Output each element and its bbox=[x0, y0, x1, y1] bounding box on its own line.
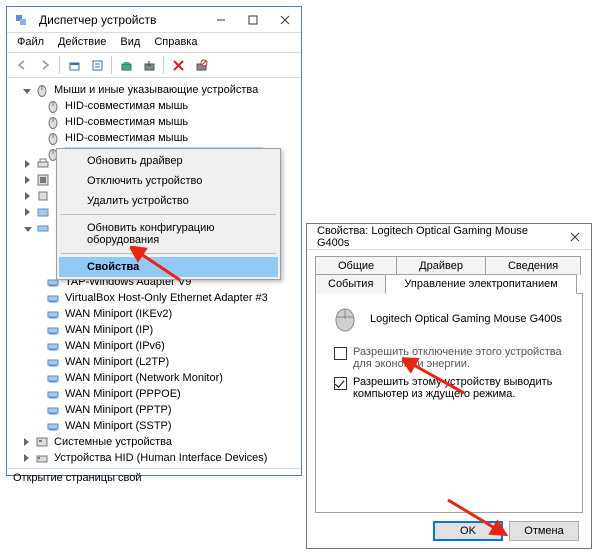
menu-separator bbox=[61, 253, 276, 254]
tree-item[interactable]: WAN Miniport (Network Monitor) bbox=[65, 372, 223, 384]
properties-dialog: Свойства: Logitech Optical Gaming Mouse … bbox=[306, 223, 592, 549]
network-adapter-icon bbox=[45, 418, 61, 434]
tab-details[interactable]: Сведения bbox=[485, 256, 581, 275]
menu-update-driver[interactable]: Обновить драйвер bbox=[59, 151, 278, 171]
printer-icon bbox=[35, 156, 51, 172]
scan-button[interactable] bbox=[115, 55, 137, 75]
tab-general[interactable]: Общие bbox=[315, 256, 397, 275]
tree-item[interactable]: WAN Miniport (IPv6) bbox=[65, 340, 165, 352]
checkbox-icon-checked bbox=[334, 377, 347, 390]
tree-item[interactable]: VirtualBox Host-Only Ethernet Adapter #3 bbox=[65, 292, 268, 304]
context-menu: Обновить драйвер Отключить устройство Уд… bbox=[56, 148, 281, 280]
tree-item[interactable]: HID-совместимая мышь bbox=[65, 100, 188, 112]
mouse-icon bbox=[45, 98, 61, 114]
generic-icon bbox=[35, 204, 51, 220]
expand-icon[interactable] bbox=[22, 191, 33, 202]
checkbox-allow-wake[interactable]: Разрешить этому устройству выводить комп… bbox=[334, 376, 568, 400]
tab-power-management[interactable]: Управление электропитанием bbox=[385, 274, 576, 294]
maximize-button[interactable] bbox=[237, 7, 269, 32]
statusbar-text: Открытие страницы свой bbox=[13, 472, 142, 484]
update-button[interactable] bbox=[138, 55, 160, 75]
show-hidden-button[interactable] bbox=[63, 55, 85, 75]
cpu-icon bbox=[35, 188, 51, 204]
checkbox-label: Разрешить отключение этого устройства дл… bbox=[353, 346, 568, 370]
tree-category[interactable]: Системные устройства bbox=[54, 436, 172, 448]
network-adapter-icon bbox=[45, 354, 61, 370]
expand-icon[interactable] bbox=[22, 175, 33, 186]
minimize-button[interactable] bbox=[205, 7, 237, 32]
network-icon bbox=[35, 220, 51, 236]
menu-disable-device[interactable]: Отключить устройство bbox=[59, 171, 278, 191]
menu-file[interactable]: Файл bbox=[11, 34, 50, 50]
titlebar[interactable]: Диспетчер устройств bbox=[7, 7, 301, 33]
tree-item[interactable]: WAN Miniport (L2TP) bbox=[65, 356, 169, 368]
menu-separator bbox=[61, 214, 276, 215]
network-adapter-icon bbox=[45, 402, 61, 418]
expand-icon[interactable] bbox=[22, 159, 33, 170]
uninstall-button[interactable] bbox=[167, 55, 189, 75]
device-name-label: Logitech Optical Gaming Mouse G400s bbox=[370, 313, 562, 325]
expand-icon[interactable] bbox=[21, 437, 32, 448]
network-adapter-icon bbox=[45, 306, 61, 322]
menu-uninstall-device[interactable]: Удалить устройство bbox=[59, 191, 278, 211]
network-adapter-icon bbox=[45, 370, 61, 386]
window-title: Диспетчер устройств bbox=[39, 13, 205, 27]
menu-help[interactable]: Справка bbox=[148, 34, 203, 50]
dialog-title: Свойства: Logitech Optical Gaming Mouse … bbox=[317, 225, 559, 249]
network-adapter-icon bbox=[45, 322, 61, 338]
expand-icon[interactable] bbox=[22, 223, 33, 234]
tree-category[interactable]: Устройства HID (Human Interface Devices) bbox=[54, 452, 267, 464]
tree-item[interactable]: HID-совместимая мышь bbox=[65, 132, 188, 144]
tree-item[interactable]: WAN Miniport (SSTP) bbox=[65, 420, 172, 432]
tree-category[interactable]: Мыши и иные указывающие устройства bbox=[54, 84, 258, 96]
expand-icon[interactable] bbox=[21, 453, 32, 464]
tree-item[interactable]: WAN Miniport (PPTP) bbox=[65, 404, 172, 416]
ok-button[interactable]: OK bbox=[433, 521, 503, 541]
menu-view[interactable]: Вид bbox=[114, 34, 146, 50]
expand-icon[interactable] bbox=[22, 207, 33, 218]
checkbox-label: Разрешить этому устройству выводить комп… bbox=[353, 376, 568, 400]
close-button[interactable] bbox=[269, 7, 301, 32]
menu-scan-hardware[interactable]: Обновить конфигурацию оборудования bbox=[59, 218, 278, 250]
menu-properties[interactable]: Свойства bbox=[59, 257, 278, 277]
device-icon bbox=[330, 306, 360, 332]
system-icon bbox=[34, 434, 50, 450]
expand-icon[interactable] bbox=[21, 85, 32, 96]
tree-item[interactable]: WAN Miniport (IKEv2) bbox=[65, 308, 172, 320]
tree-item[interactable]: HID-совместимая мышь bbox=[65, 116, 188, 128]
properties-button[interactable] bbox=[86, 55, 108, 75]
dialog-titlebar[interactable]: Свойства: Logitech Optical Gaming Mouse … bbox=[307, 224, 591, 250]
network-adapter-icon bbox=[45, 290, 61, 306]
network-adapter-icon bbox=[45, 338, 61, 354]
security-icon bbox=[34, 466, 50, 468]
app-icon bbox=[13, 12, 29, 28]
disable-button[interactable] bbox=[190, 55, 212, 75]
menu-action[interactable]: Действие bbox=[52, 34, 112, 50]
tab-panel: Logitech Optical Gaming Mouse G400s Разр… bbox=[315, 293, 583, 513]
toolbar bbox=[7, 53, 301, 78]
dialog-close-button[interactable] bbox=[559, 224, 591, 249]
back-button[interactable] bbox=[11, 55, 33, 75]
checkbox-icon bbox=[334, 347, 347, 360]
tab-driver[interactable]: Драйвер bbox=[396, 256, 486, 275]
cancel-button[interactable]: Отмена bbox=[509, 521, 579, 541]
network-adapter-icon bbox=[45, 386, 61, 402]
tree-item[interactable]: WAN Miniport (IP) bbox=[65, 324, 153, 336]
tab-events[interactable]: События bbox=[315, 274, 386, 294]
statusbar: Открытие страницы свой bbox=[7, 468, 301, 487]
forward-button[interactable] bbox=[34, 55, 56, 75]
mouse-category-icon bbox=[34, 82, 50, 98]
menubar: Файл Действие Вид Справка bbox=[7, 33, 301, 53]
hid-icon bbox=[34, 450, 50, 466]
mouse-icon bbox=[45, 114, 61, 130]
mouse-icon bbox=[45, 130, 61, 146]
tree-item[interactable]: WAN Miniport (PPPOE) bbox=[65, 388, 181, 400]
firmware-icon bbox=[35, 172, 51, 188]
checkbox-allow-power-off[interactable]: Разрешить отключение этого устройства дл… bbox=[334, 346, 568, 370]
